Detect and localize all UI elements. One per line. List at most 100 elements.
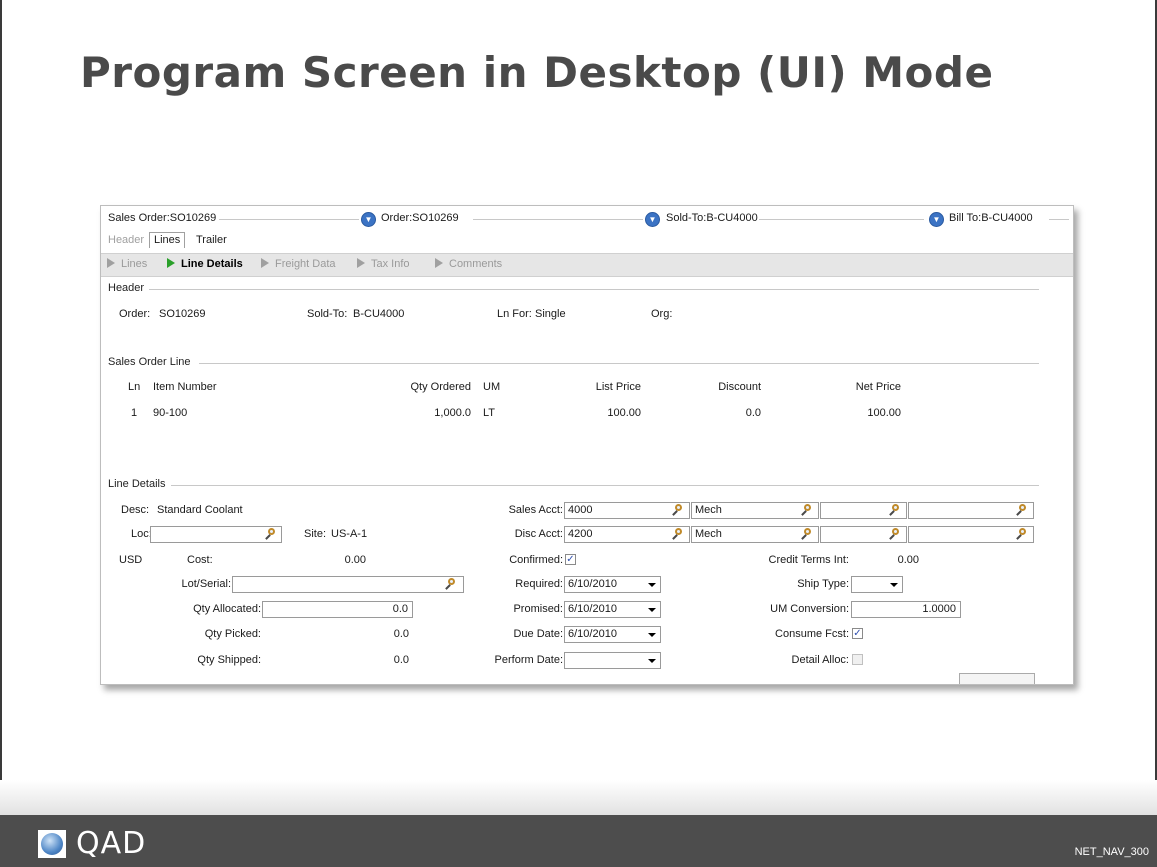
line-details-title: Line Details <box>108 478 166 490</box>
row-net-price: 100.00 <box>867 407 901 419</box>
qty-picked-label: Qty Picked: <box>204 628 261 640</box>
due-date-input[interactable]: 6/10/2010 <box>564 626 661 643</box>
desc-value: Standard Coolant <box>157 504 243 516</box>
sales-sub-lookup-icon[interactable] <box>801 504 813 516</box>
sales-sub-input[interactable]: Mech <box>691 502 819 519</box>
sold-to-dropdown-icon[interactable]: ▼ <box>929 212 944 227</box>
order-label: Order: <box>119 308 151 320</box>
required-label: Required: <box>515 578 563 590</box>
partial-button[interactable] <box>959 673 1035 684</box>
ship-type-select[interactable] <box>851 576 903 593</box>
col-discount: Discount <box>718 381 761 393</box>
sales-order-dropdown-icon[interactable]: ▼ <box>361 212 376 227</box>
play-icon <box>261 258 269 268</box>
consume-fcst-checkbox[interactable]: ✓ <box>852 628 863 639</box>
lot-serial-lookup-icon[interactable] <box>445 578 457 590</box>
disc-acct-label: Disc Acct: <box>514 528 563 540</box>
disc-sub-input[interactable]: Mech <box>691 526 819 543</box>
col-item-number: Item Number <box>153 381 217 393</box>
col-list-price: List Price <box>595 381 641 393</box>
ln-for-value: Single <box>535 308 566 320</box>
col-net-price: Net Price <box>855 381 901 393</box>
detail-alloc-checkbox[interactable] <box>852 654 863 665</box>
logo-text: QAD <box>76 826 147 861</box>
disc-sub-lookup-icon[interactable] <box>801 528 813 540</box>
sales-project-lookup-icon[interactable] <box>1016 504 1028 516</box>
bill-to-field-line <box>1049 219 1069 220</box>
um-conversion-label: UM Conversion: <box>770 603 849 615</box>
subnav-lines[interactable]: Lines <box>107 258 147 270</box>
promised-date-input[interactable]: 6/10/2010 <box>564 601 661 618</box>
org-label: Org: <box>651 308 673 320</box>
slide-frame-left <box>0 0 2 867</box>
consume-fcst-label: Consume Fcst: <box>775 628 849 640</box>
play-icon <box>107 258 115 268</box>
row-qty: 1,000.0 <box>434 407 471 419</box>
play-icon <box>435 258 443 268</box>
row-ln: 1 <box>131 407 138 419</box>
sales-acct-label: Sales Acct: <box>508 504 563 516</box>
chevron-down-icon <box>648 608 656 612</box>
qty-allocated-label: Qty Allocated: <box>193 603 261 615</box>
order-value: SO10269 <box>159 308 206 320</box>
tab-lines[interactable]: Lines <box>149 232 186 248</box>
play-icon <box>167 258 175 268</box>
loc-lookup-icon[interactable] <box>265 528 277 540</box>
site-label: Site: <box>304 528 327 540</box>
cost-value: 0.00 <box>344 554 366 566</box>
row-um: LT <box>483 407 496 419</box>
footer-fade <box>0 780 1157 815</box>
ship-type-label: Ship Type: <box>797 578 849 590</box>
col-qty-ordered: Qty Ordered <box>410 381 471 393</box>
lot-serial-input[interactable] <box>232 576 464 593</box>
qty-shipped-label: Qty Shipped: <box>197 654 261 666</box>
row-list-price: 100.00 <box>607 407 641 419</box>
sales-order-line-divider <box>199 363 1039 364</box>
sales-acct-lookup-icon[interactable] <box>672 504 684 516</box>
row-discount: 0.0 <box>745 407 761 419</box>
perform-date-input[interactable] <box>564 652 661 669</box>
order-field-label: Order:SO10269 <box>381 212 459 224</box>
sales-order-field-line <box>219 219 359 220</box>
credit-terms-value: 0.00 <box>897 554 919 566</box>
subnav-freight-data[interactable]: Freight Data <box>261 258 336 270</box>
detail-alloc-label: Detail Alloc: <box>791 654 849 666</box>
order-dropdown-icon[interactable]: ▼ <box>645 212 660 227</box>
perform-date-label: Perform Date: <box>494 654 563 666</box>
subnav-line-details[interactable]: Line Details <box>167 258 243 270</box>
disc-cc-lookup-icon[interactable] <box>889 528 901 540</box>
desc-label: Desc: <box>121 504 150 516</box>
header-section-title: Header <box>108 282 145 294</box>
promised-label: Promised: <box>513 603 563 615</box>
subnav-tax-info[interactable]: Tax Info <box>357 258 410 270</box>
tab-trailer[interactable]: Trailer <box>196 234 227 246</box>
tab-header[interactable]: Header <box>108 234 144 246</box>
footer-code: NET_NAV_300 <box>1074 846 1149 858</box>
sold-to-value: B-CU4000 <box>353 308 405 320</box>
um-conversion-input[interactable]: 1.0000 <box>851 601 961 618</box>
col-ln: Ln <box>128 381 141 393</box>
disc-acct-lookup-icon[interactable] <box>672 528 684 540</box>
required-date-input[interactable]: 6/10/2010 <box>564 576 661 593</box>
globe-icon <box>38 830 66 858</box>
sales-cc-lookup-icon[interactable] <box>889 504 901 516</box>
subnav-comments[interactable]: Comments <box>435 258 502 270</box>
sales-order-line-title: Sales Order Line <box>108 356 191 368</box>
chevron-down-icon <box>648 633 656 637</box>
qty-allocated-input[interactable]: 0.0 <box>262 601 413 618</box>
site-value: US-A-1 <box>331 528 368 540</box>
disc-project-lookup-icon[interactable] <box>1016 528 1028 540</box>
program-window: Sales Order:SO10269 ▼ Order:SO10269 ▼ So… <box>100 205 1074 685</box>
slide-title: Program Screen in Desktop (UI) Mode <box>80 48 994 97</box>
play-icon <box>357 258 365 268</box>
loc-label: Loc: <box>131 528 152 540</box>
ln-for-label: Ln For: <box>497 308 532 320</box>
slide-footer <box>0 815 1157 867</box>
qty-shipped-value: 0.0 <box>393 654 409 666</box>
chevron-down-icon <box>648 583 656 587</box>
loc-input[interactable] <box>150 526 282 543</box>
confirmed-checkbox[interactable]: ✓ <box>565 554 576 565</box>
subnav-strip: Lines Line Details Freight Data Tax Info… <box>101 253 1073 277</box>
qty-picked-value: 0.0 <box>393 628 409 640</box>
bill-to-field-label: Bill To:B-CU4000 <box>949 212 1033 224</box>
